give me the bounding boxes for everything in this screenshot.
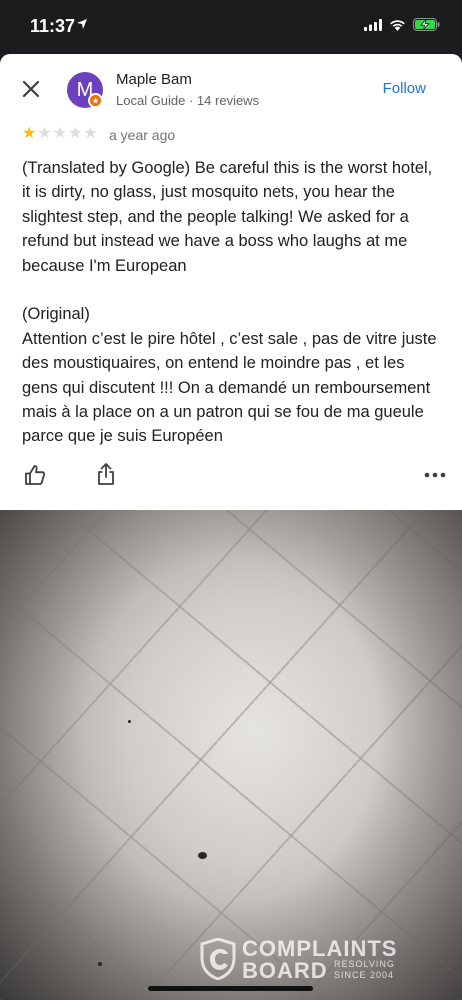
- local-guide-badge-icon: [88, 93, 103, 108]
- shield-logo-icon: [200, 938, 236, 980]
- review-text: (Translated by Google) Be careful this i…: [22, 156, 442, 449]
- star-icon: ★: [68, 125, 83, 142]
- wifi-icon: [390, 19, 405, 31]
- status-icons: [364, 18, 440, 31]
- review-photo[interactable]: [0, 510, 462, 1000]
- review-actions: [0, 461, 462, 491]
- original-text: Attention c’est le pire hôtel , c’est sa…: [22, 329, 437, 446]
- star-icon: ★: [52, 125, 68, 142]
- battery-charging-icon: [413, 18, 440, 31]
- original-label: (Original): [22, 305, 90, 324]
- bug-speck: [128, 720, 131, 723]
- more-options-icon[interactable]: [424, 471, 446, 479]
- review-sheet: M Maple Bam Local Guide · 14 reviews Fol…: [0, 54, 462, 510]
- thumbs-up-icon[interactable]: [24, 464, 46, 486]
- star-icon: ★: [37, 125, 52, 142]
- location-arrow-icon: [77, 19, 87, 29]
- watermark-logo: COMPLAINTS BOARD RESOLVING SINCE 2004: [200, 936, 420, 984]
- reviewer-meta: Local Guide · 14 reviews: [116, 93, 260, 108]
- star-rating: ★ ★ ★ ★ ★: [22, 126, 98, 142]
- status-time: 11:37: [30, 16, 76, 36]
- reviewer-name[interactable]: Maple Bam: [116, 71, 192, 88]
- signal-icon: [364, 18, 382, 31]
- star-icon: ★: [83, 125, 98, 142]
- translated-text: (Translated by Google) Be careful this i…: [22, 159, 433, 275]
- review-date: a year ago: [109, 127, 176, 143]
- share-icon[interactable]: [95, 462, 117, 486]
- follow-button[interactable]: Follow: [383, 80, 426, 97]
- status-bar: 11:37: [0, 0, 462, 54]
- close-icon[interactable]: [20, 78, 42, 100]
- bug-speck: [98, 962, 102, 966]
- star-icon: ★: [22, 125, 37, 142]
- bug-speck: [198, 852, 207, 859]
- home-indicator[interactable]: [148, 986, 313, 991]
